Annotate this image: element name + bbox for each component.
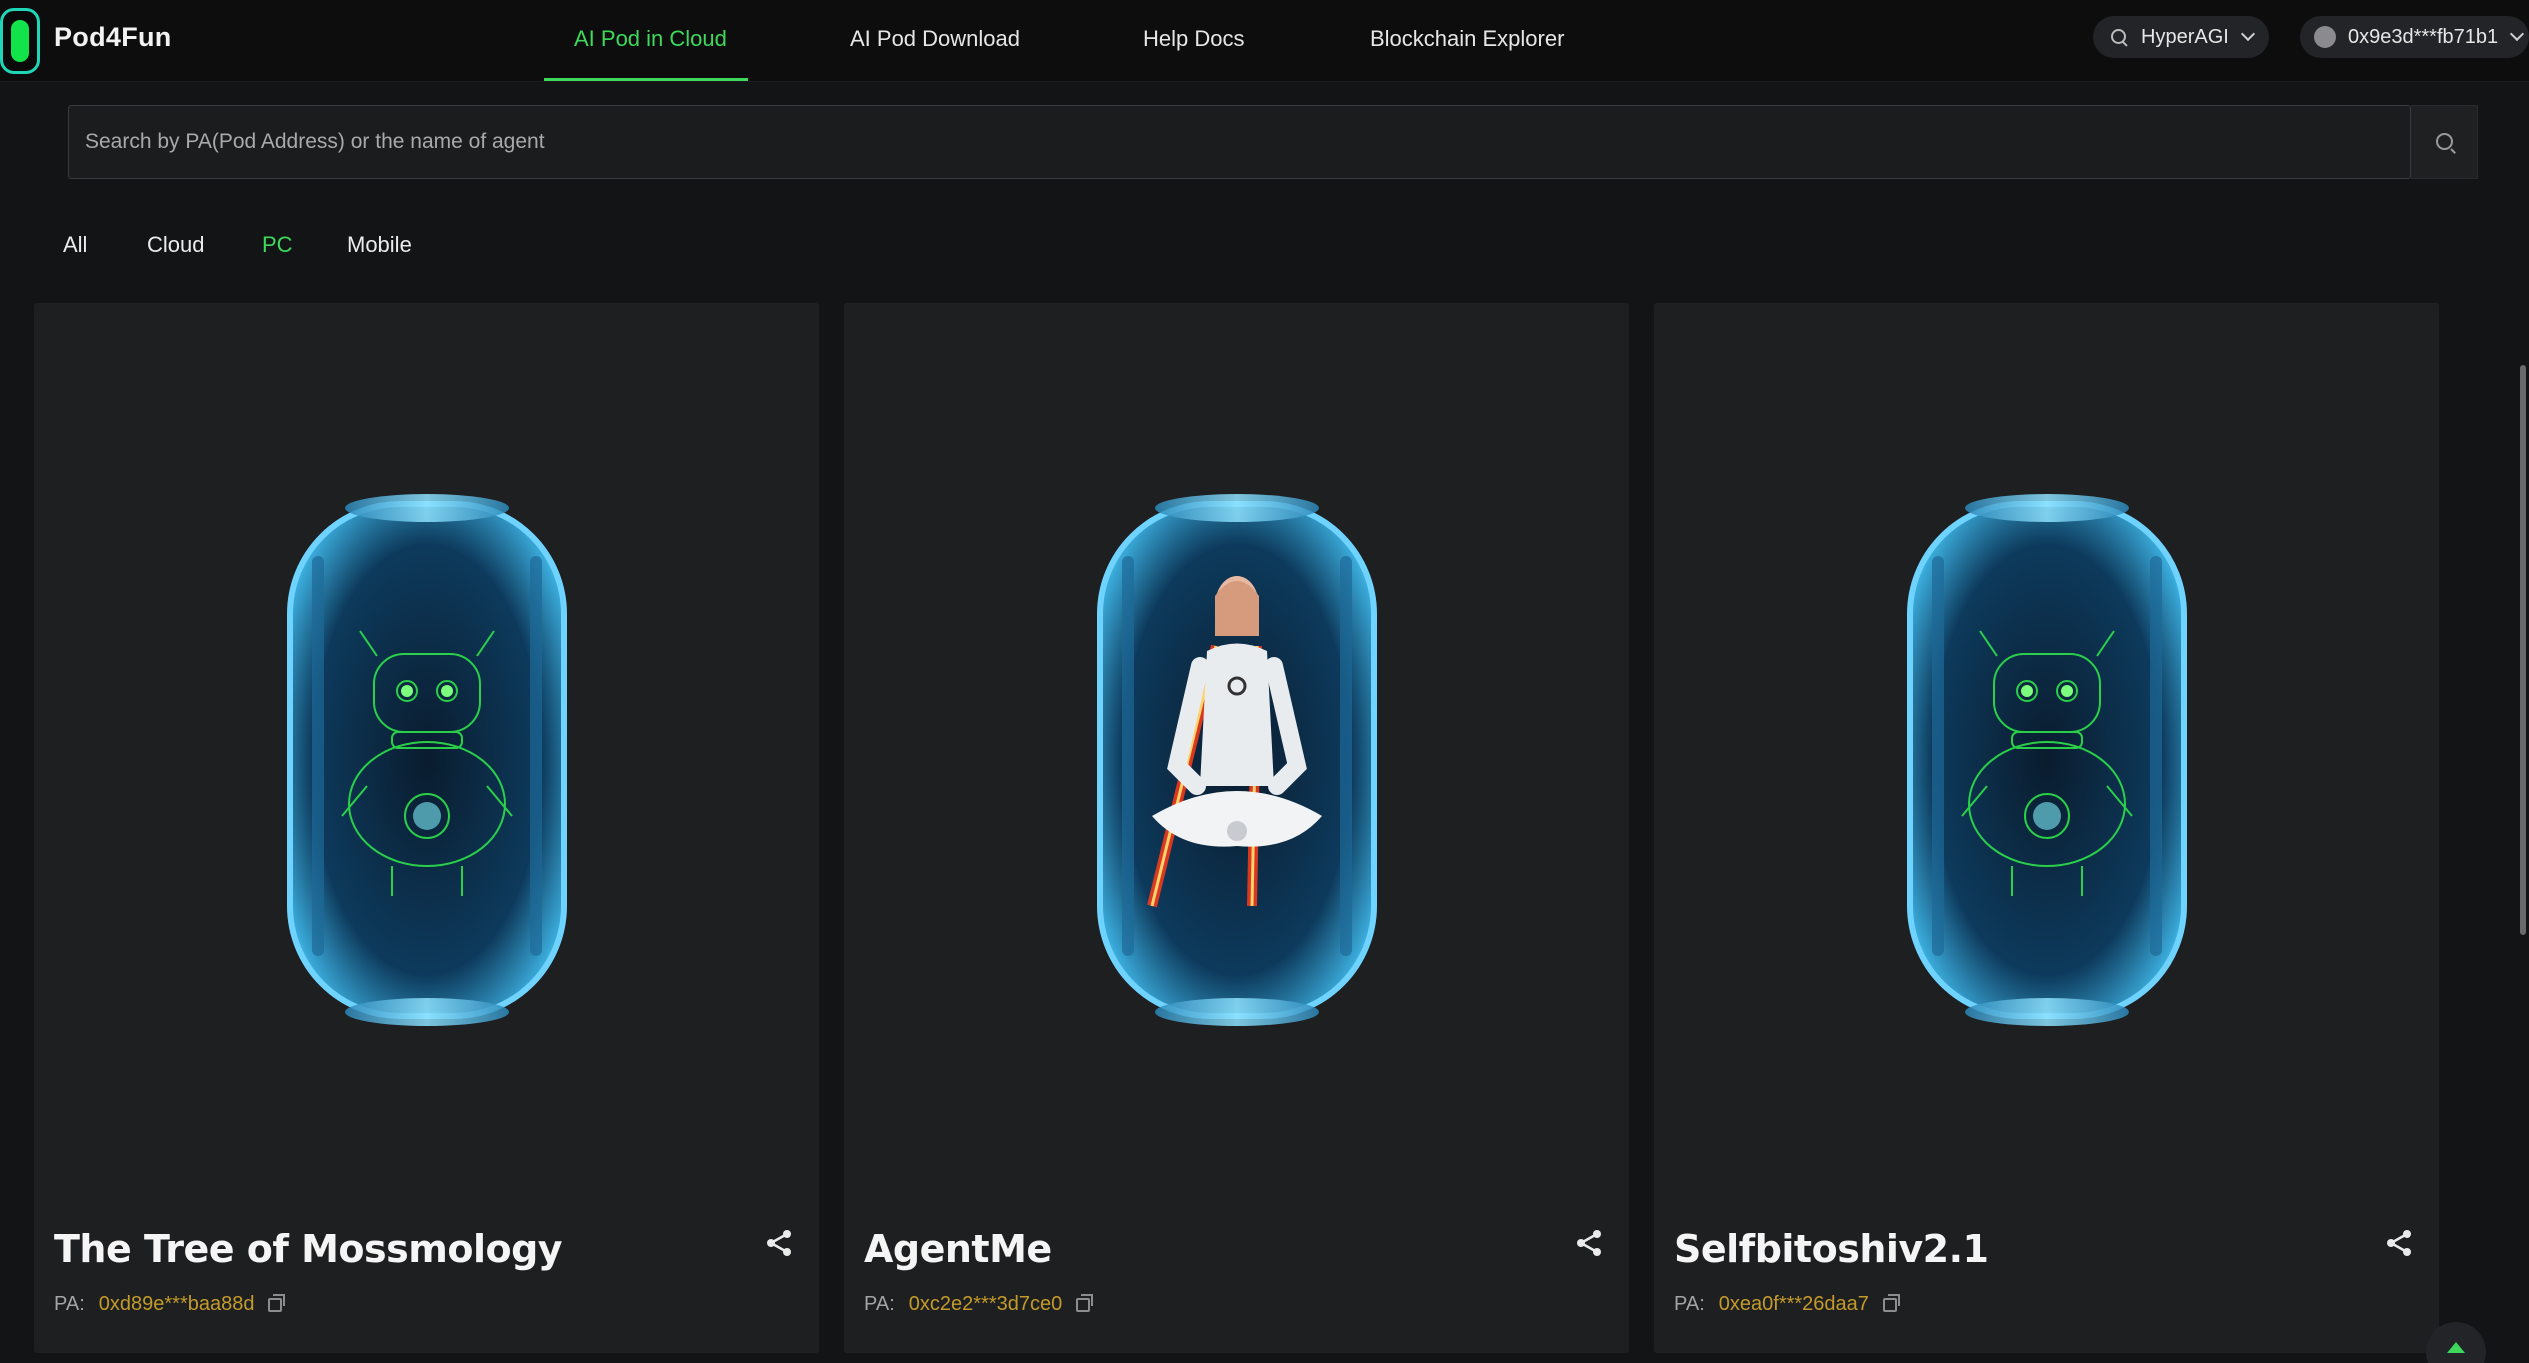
card-pod-address: PA: 0xea0f***26daa7 [1674,1293,1900,1316]
card-pod-address: PA: 0xd89e***baa88d [54,1293,286,1316]
filter-mobile[interactable]: Mobile [347,232,412,258]
nav-help-docs[interactable]: Help Docs [1143,26,1244,52]
share-icon[interactable] [1573,1227,1605,1259]
meditating-agent-pod-image [1092,486,1382,1034]
pa-label: PA: [1674,1293,1705,1315]
filter-all[interactable]: All [63,232,87,258]
agent-card[interactable]: The Tree of Mossmology PA: 0xd89e***baa8… [34,303,819,1353]
pa-value[interactable]: 0xea0f***26daa7 [1719,1293,1869,1316]
page-scrollbar[interactable] [2520,365,2526,935]
card-title: AgentMe [864,1227,1052,1271]
agent-card[interactable]: AgentMe PA: 0xc2e2***3d7ce0 [844,303,1629,1353]
filter-cloud[interactable]: Cloud [147,232,204,258]
agent-card[interactable]: Selfbitoshiv2.1 PA: 0xea0f***26daa7 [1654,303,2439,1353]
network-selector[interactable]: HyperAGI [2093,16,2269,58]
search-network-icon [2109,27,2129,47]
robot-pod-image [1902,486,2192,1034]
pa-label: PA: [54,1293,85,1315]
chevron-down-icon [2240,26,2255,42]
wallet-address: 0x9e3d***fb71b1 [2348,25,2499,48]
network-label: HyperAGI [2141,25,2229,48]
pod-logo-icon[interactable] [0,8,40,74]
share-icon[interactable] [2383,1227,2415,1259]
search-input[interactable] [68,105,2411,179]
copy-icon[interactable] [1076,1293,1094,1312]
card-pod-address: PA: 0xc2e2***3d7ce0 [864,1293,1094,1316]
wallet-button[interactable]: 0x9e3d***fb71b1 [2300,16,2529,58]
nav-ai-pod-download[interactable]: AI Pod Download [850,26,1020,52]
search-icon [2436,133,2453,150]
active-tab-indicator [544,78,748,81]
pa-value[interactable]: 0xd89e***baa88d [99,1293,255,1316]
copy-icon[interactable] [1882,1293,1900,1312]
nav-ai-pod-in-cloud[interactable]: AI Pod in Cloud [574,26,727,52]
top-nav-bar: Pod4Fun AI Pod in Cloud AI Pod Download … [0,0,2529,82]
nav-blockchain-explorer[interactable]: Blockchain Explorer [1370,26,1564,52]
share-icon[interactable] [763,1227,795,1259]
brand-name[interactable]: Pod4Fun [54,22,172,53]
pa-label: PA: [864,1293,895,1315]
copy-icon[interactable] [268,1293,286,1312]
pa-value[interactable]: 0xc2e2***3d7ce0 [909,1293,1062,1316]
filter-pc[interactable]: PC [262,232,293,258]
card-title: Selfbitoshiv2.1 [1674,1227,1989,1271]
card-title: The Tree of Mossmology [54,1227,563,1271]
search-button[interactable] [2411,105,2478,179]
chevron-down-icon [2510,26,2525,42]
robot-pod-image [282,486,572,1034]
avatar [2314,26,2336,48]
